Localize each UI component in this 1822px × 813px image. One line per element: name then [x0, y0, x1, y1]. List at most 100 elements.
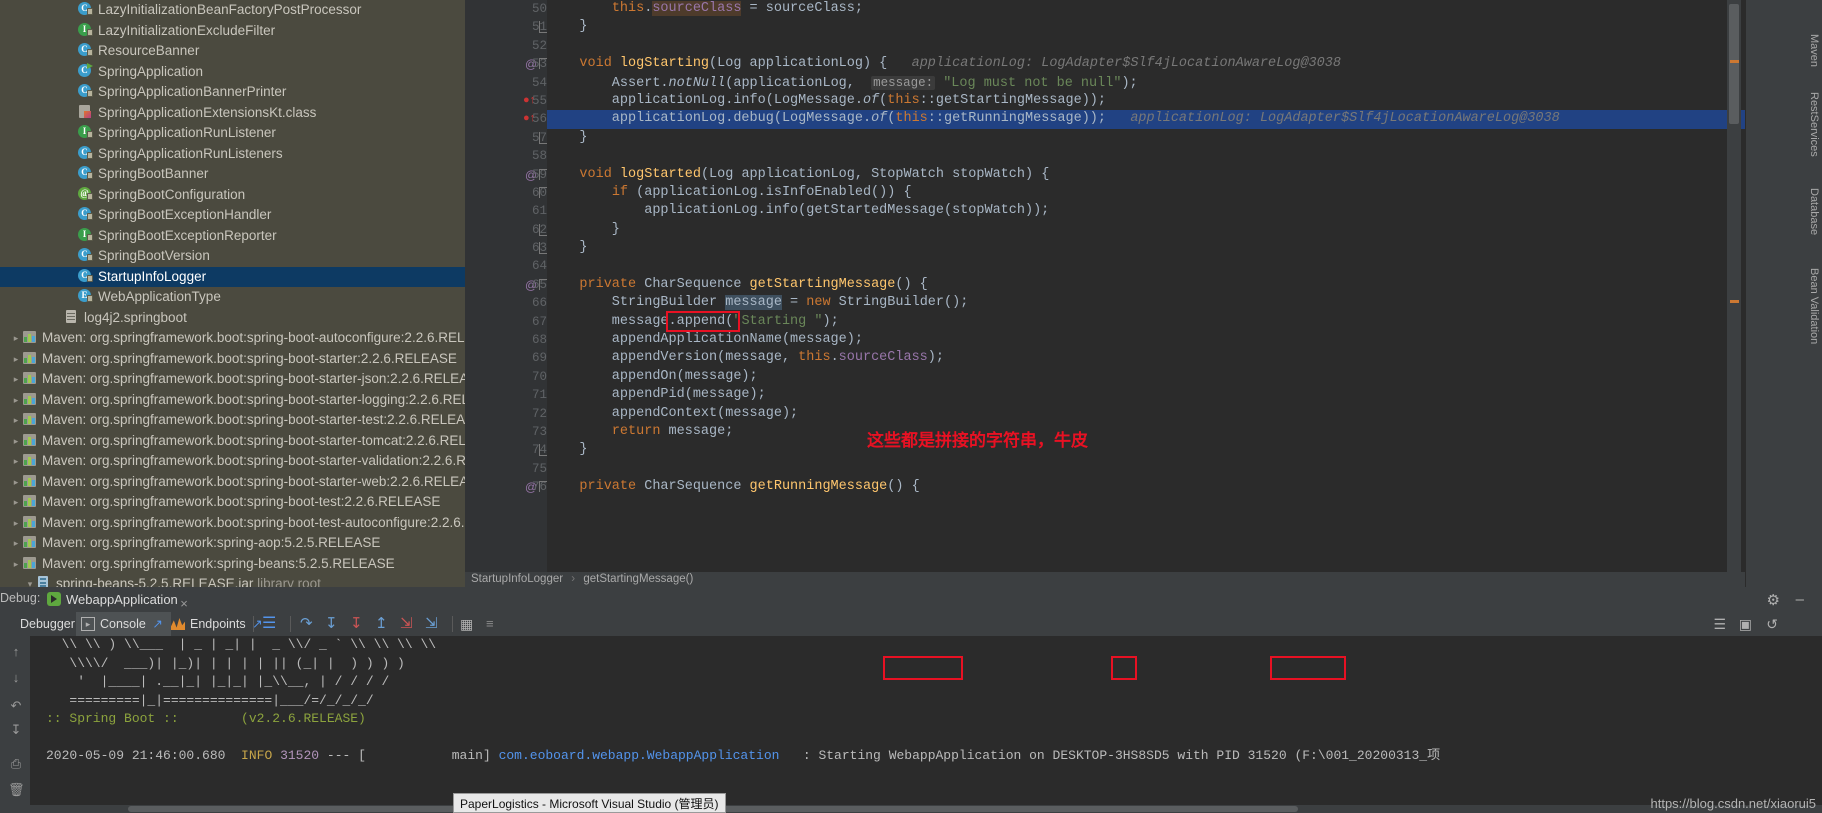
- gutter-line[interactable]: 57: [465, 129, 548, 147]
- scroll-to-end-icon[interactable]: ↧: [8, 722, 24, 738]
- code-line[interactable]: applicationLog.info(LogMessage.of(this::…: [547, 92, 1745, 110]
- gutter-line[interactable]: 54: [465, 74, 547, 92]
- tree-item[interactable]: log4j2.springboot: [0, 308, 465, 329]
- gutter-line[interactable]: 73: [465, 423, 547, 441]
- code-editor[interactable]: 50 51 52 @53 54 55 ●↑ 56 ●↑ 57 58 @59 60 61 62 63 64 @65 6…: [465, 0, 1745, 587]
- tree-item[interactable]: I SpringApplicationRunListener: [0, 123, 465, 144]
- gutter-line[interactable]: 64: [465, 257, 547, 275]
- tree-item[interactable]: C SpringBootBanner: [0, 164, 465, 185]
- code-line[interactable]: if (applicationLog.isInfoEnabled()) {: [547, 184, 1745, 202]
- code-line[interactable]: appendPid(message);: [547, 386, 1745, 404]
- tree-item[interactable]: I SpringBootExceptionReporter: [0, 226, 465, 247]
- table-icon[interactable]: ▦: [460, 612, 473, 636]
- code-line[interactable]: appendVersion(message, this.sourceClass)…: [547, 349, 1745, 367]
- gutter-line[interactable]: 62: [465, 221, 548, 239]
- run-to-cursor-icon[interactable]: ⇲: [400, 612, 413, 636]
- console-horizontal-scrollbar[interactable]: [30, 805, 1822, 813]
- tree-expand-arrow-icon[interactable]: ▸: [10, 533, 22, 554]
- tree-item[interactable]: ▸ Maven: org.springframework.boot:spring-…: [0, 451, 465, 472]
- tree-expand-arrow-icon[interactable]: ▸: [10, 390, 22, 411]
- tree-item[interactable]: ▸ Maven: org.springframework:spring-aop:5…: [0, 533, 465, 554]
- project-tree[interactable]: C LazyInitializationBeanFactoryPostProces…: [0, 0, 465, 587]
- code-line[interactable]: }: [547, 239, 1745, 257]
- gutter-line[interactable]: 68: [465, 331, 547, 349]
- tree-item[interactable]: ▾ spring-beans-5.2.5.RELEASE.jar library …: [0, 574, 465, 587]
- rail-item-maven[interactable]: Maven: [1808, 34, 1820, 67]
- gutter-line[interactable]: @53: [465, 55, 548, 73]
- evaluate-expression-icon[interactable]: ⇲: [425, 612, 438, 636]
- gutter-line[interactable]: 56 ●↑: [465, 110, 547, 128]
- tree-item[interactable]: C SpringApplicationBannerPrinter: [0, 82, 465, 103]
- error-stripe-mark[interactable]: [1730, 300, 1739, 303]
- gutter-line[interactable]: @59: [465, 166, 548, 184]
- gutter-line[interactable]: 60: [465, 184, 548, 202]
- code-line[interactable]: StringBuilder message = new StringBuilde…: [547, 294, 1745, 312]
- code-line[interactable]: [547, 257, 1745, 275]
- gutter-line[interactable]: 63: [465, 239, 548, 257]
- code-line[interactable]: void logStarted(Log applicationLog, Stop…: [547, 166, 1745, 184]
- scroll-up-icon[interactable]: ↑: [8, 644, 24, 660]
- tree-item[interactable]: ▸ Maven: org.springframework:spring-beans…: [0, 554, 465, 575]
- layout-icon[interactable]: ☰: [262, 612, 276, 636]
- gutter-line[interactable]: 55 ●↑: [465, 92, 547, 110]
- rail-item-restservices[interactable]: RestServices: [1808, 92, 1820, 157]
- breakpoint-icon[interactable]: ●↑: [523, 112, 535, 124]
- tree-item[interactable]: ▸ Maven: org.springframework.boot:spring-…: [0, 410, 465, 431]
- gutter-line[interactable]: 70: [465, 368, 547, 386]
- gutter-line[interactable]: 58: [465, 147, 547, 165]
- tree-item[interactable]: C SpringApplicationRunListeners: [0, 144, 465, 165]
- tree-expand-arrow-icon[interactable]: ▸: [10, 369, 22, 390]
- tree-item[interactable]: ▸ Maven: org.springframework.boot:spring-…: [0, 328, 465, 349]
- tree-item[interactable]: ▸ Maven: org.springframework.boot:spring-…: [0, 492, 465, 513]
- tree-expand-arrow-icon[interactable]: ▸: [10, 431, 22, 452]
- editor-gutter[interactable]: 50 51 52 @53 54 55 ●↑ 56 ●↑ 57 58 @59 60 61 62 63 64 @65 6…: [465, 0, 548, 572]
- editor-scrollbar[interactable]: [1727, 0, 1741, 587]
- gutter-line[interactable]: 74: [465, 441, 548, 459]
- code-line[interactable]: return message;: [547, 423, 1745, 441]
- tab-debugger[interactable]: Debugger: [10, 612, 85, 636]
- pin-icon[interactable]: ↗: [152, 617, 162, 631]
- tree-expand-arrow-icon[interactable]: ▸: [10, 513, 22, 534]
- code-line[interactable]: appendOn(message);: [547, 368, 1745, 386]
- gutter-line[interactable]: 61: [465, 202, 547, 220]
- tree-item[interactable]: C StartupInfoLogger: [0, 266, 465, 287]
- editor-scrollbar-thumb[interactable]: [1729, 4, 1739, 124]
- code-line[interactable]: appendContext(message);: [547, 405, 1745, 423]
- code-line[interactable]: }: [547, 18, 1745, 36]
- gutter-line[interactable]: 51: [465, 18, 548, 36]
- gear-icon[interactable]: ⚙: [1767, 591, 1780, 609]
- code-text[interactable]: this.sourceClass = sourceClass; } void l…: [547, 0, 1745, 572]
- gutter-line[interactable]: 52: [465, 37, 547, 55]
- clear-all-icon[interactable]: 🗑: [8, 782, 25, 798]
- list-icon[interactable]: ☰: [1713, 616, 1726, 633]
- tree-expand-arrow-icon[interactable]: ▸: [10, 554, 22, 575]
- step-into-icon[interactable]: ↧: [325, 612, 338, 636]
- code-line[interactable]: private CharSequence getStartingMessage(…: [547, 276, 1745, 294]
- tree-expand-arrow-icon[interactable]: ▸: [10, 410, 22, 431]
- tree-item[interactable]: ▸ Maven: org.springframework.boot:spring-…: [0, 472, 465, 493]
- soft-wrap-icon[interactable]: ≡: [486, 612, 494, 636]
- code-line[interactable]: }: [547, 441, 1745, 459]
- code-line[interactable]: }: [547, 129, 1745, 147]
- breadcrumb-class[interactable]: StartupInfoLogger: [471, 573, 563, 585]
- tree-item[interactable]: I LazyInitializationExcludeFilter: [0, 21, 465, 42]
- tree-expand-arrow-icon[interactable]: ▾: [24, 574, 36, 587]
- breadcrumb[interactable]: StartupInfoLogger › getStartingMessage(): [465, 572, 1745, 587]
- gutter-line[interactable]: 75: [465, 460, 547, 478]
- step-over-icon[interactable]: ↷: [300, 612, 313, 636]
- breadcrumb-method[interactable]: getStartingMessage(): [583, 573, 693, 585]
- tree-item[interactable]: @ SpringBootConfiguration: [0, 185, 465, 206]
- code-line[interactable]: Assert.notNull(applicationLog, message: …: [547, 74, 1745, 92]
- layers-icon[interactable]: ▣: [1739, 616, 1752, 633]
- code-line[interactable]: applicationLog.info(getStartedMessage(st…: [547, 202, 1745, 220]
- tree-expand-arrow-icon[interactable]: ▸: [10, 472, 22, 493]
- gutter-line[interactable]: 66: [465, 294, 547, 312]
- minimize-icon[interactable]: –: [1796, 591, 1804, 608]
- tree-item[interactable]: ▸ Maven: org.springframework.boot:spring-…: [0, 349, 465, 370]
- code-line[interactable]: void logStarting(Log applicationLog) { a…: [547, 55, 1745, 73]
- soft-wrap-icon[interactable]: ↶: [8, 698, 24, 714]
- force-step-into-icon[interactable]: ↧: [350, 612, 363, 636]
- history-icon[interactable]: ↺: [1766, 616, 1778, 633]
- debug-session-tab[interactable]: WebappApplication ×: [40, 587, 188, 612]
- code-line[interactable]: private CharSequence getRunningMessage()…: [547, 478, 1745, 496]
